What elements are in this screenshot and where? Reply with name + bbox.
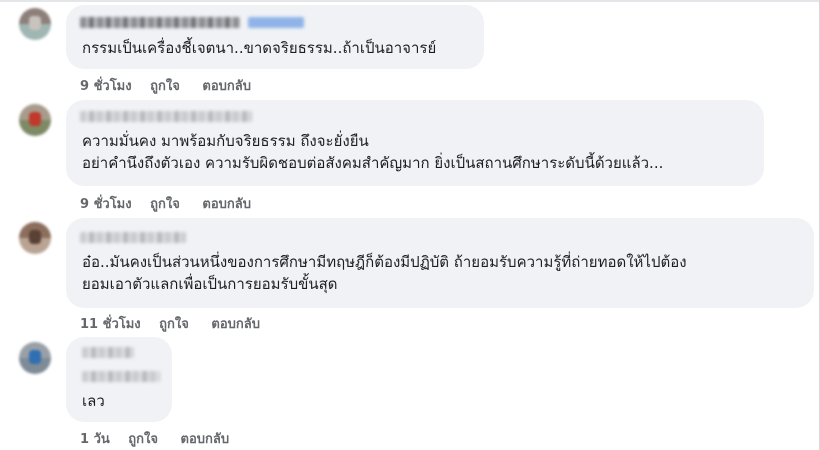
- comment-actions: 9 ชั่วโมง ถูกใจ ตอบกลับ: [80, 75, 251, 96]
- comment-timestamp[interactable]: 9 ชั่วโมง: [80, 75, 132, 96]
- like-button[interactable]: ถูกใจ: [150, 193, 180, 214]
- reply-button[interactable]: ตอบกลับ: [202, 193, 251, 214]
- avatar[interactable]: [19, 8, 51, 40]
- comment-bubble: ความมั่นคง มาพร้อมกับจริยธรรม ถึงจะยั่งย…: [66, 100, 764, 186]
- reply-button[interactable]: ตอบกลับ: [211, 313, 260, 334]
- commenter-name-redacted[interactable]: [82, 371, 160, 382]
- comment-bubble: อ๋อ..มันคงเป็นส่วนหนึ่งของการศึกษามีทฤษฎ…: [66, 218, 814, 308]
- comment-actions: 1 วัน ถูกใจ ตอบกลับ: [80, 428, 229, 449]
- commenter-name-redacted[interactable]: [82, 347, 134, 358]
- like-button[interactable]: ถูกใจ: [150, 75, 180, 96]
- commenter-name-redacted[interactable]: [80, 17, 240, 28]
- top-divider: [0, 0, 820, 2]
- comment-timestamp[interactable]: 1 วัน: [80, 428, 110, 449]
- avatar[interactable]: [19, 342, 51, 374]
- reply-button[interactable]: ตอบกลับ: [202, 75, 251, 96]
- commenter-name-redacted[interactable]: [80, 232, 186, 243]
- comment-text-line: เลว: [82, 392, 105, 410]
- comment-bubble: เลว: [66, 337, 172, 422]
- comment-actions: 9 ชั่วโมง ถูกใจ ตอบกลับ: [80, 193, 251, 214]
- comment-timestamp[interactable]: 11 ชั่วโมง: [80, 313, 141, 334]
- reply-button[interactable]: ตอบกลับ: [181, 428, 230, 449]
- comment-text-line: อย่าคำนึงถึงตัวเอง ความรับผิดชอบต่อสังคม…: [82, 154, 664, 172]
- comment-text-line: ยอมเอาตัวแลกเพื่อเป็นการยอมรับขั้นสุด: [82, 275, 338, 293]
- comment-bubble: กรรมเป็นเครื่องชี้เจตนา..ขาดจริยธรรม..ถ้…: [66, 5, 484, 69]
- comment-timestamp[interactable]: 9 ชั่วโมง: [80, 193, 132, 214]
- commenter-tag-redacted[interactable]: [248, 17, 304, 28]
- avatar[interactable]: [19, 222, 51, 254]
- avatar[interactable]: [19, 104, 51, 136]
- comment-actions: 11 ชั่วโมง ถูกใจ ตอบกลับ: [80, 313, 260, 334]
- comment-text-line: กรรมเป็นเครื่องชี้เจตนา..ขาดจริยธรรม..ถ้…: [82, 39, 437, 57]
- like-button[interactable]: ถูกใจ: [159, 313, 189, 334]
- commenter-name-redacted[interactable]: [80, 111, 252, 122]
- comment-text-line: อ๋อ..มันคงเป็นส่วนหนึ่งของการศึกษามีทฤษฎ…: [82, 253, 687, 271]
- like-button[interactable]: ถูกใจ: [128, 428, 158, 449]
- comment-text-line: ความมั่นคง มาพร้อมกับจริยธรรม ถึงจะยั่งย…: [82, 132, 369, 150]
